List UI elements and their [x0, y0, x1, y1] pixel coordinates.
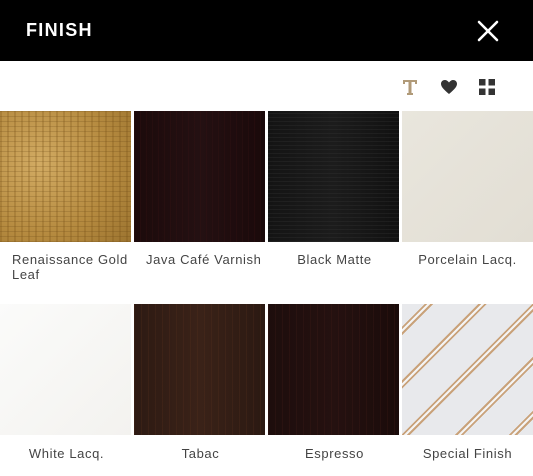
finish-swatch-white-lacq[interactable]: [0, 304, 131, 435]
finish-swatch-tabac[interactable]: [134, 304, 265, 435]
close-icon[interactable]: [476, 19, 500, 43]
finish-swatch-java-cafe-varnish[interactable]: [134, 111, 265, 242]
finish-label: Tabac: [181, 446, 220, 461]
finish-label: Renaissance Gold Leaf: [12, 252, 128, 282]
header-bar: FINISH: [0, 0, 533, 61]
toolbar: [0, 61, 533, 111]
finish-swatch-renaissance-gold-leaf[interactable]: [0, 111, 131, 242]
text-icon[interactable]: [400, 77, 420, 97]
finish-label: Espresso: [305, 446, 364, 461]
finish-swatch-black-matte[interactable]: [268, 111, 399, 242]
finish-label: Java Café Varnish: [146, 252, 262, 267]
finish-swatch-special-finish[interactable]: [402, 304, 533, 435]
finish-swatch-porcelain-lacq[interactable]: [402, 111, 533, 242]
finish-swatch-espresso[interactable]: [268, 304, 399, 435]
grid-icon[interactable]: [477, 77, 497, 97]
finish-label: Black Matte: [297, 252, 372, 267]
heart-icon[interactable]: [439, 77, 459, 97]
finish-label: White Lacq.: [28, 446, 105, 461]
page-title: FINISH: [26, 20, 93, 40]
finish-label: Special Finish: [422, 446, 513, 461]
finish-label: Porcelain Lacq.: [418, 252, 517, 267]
